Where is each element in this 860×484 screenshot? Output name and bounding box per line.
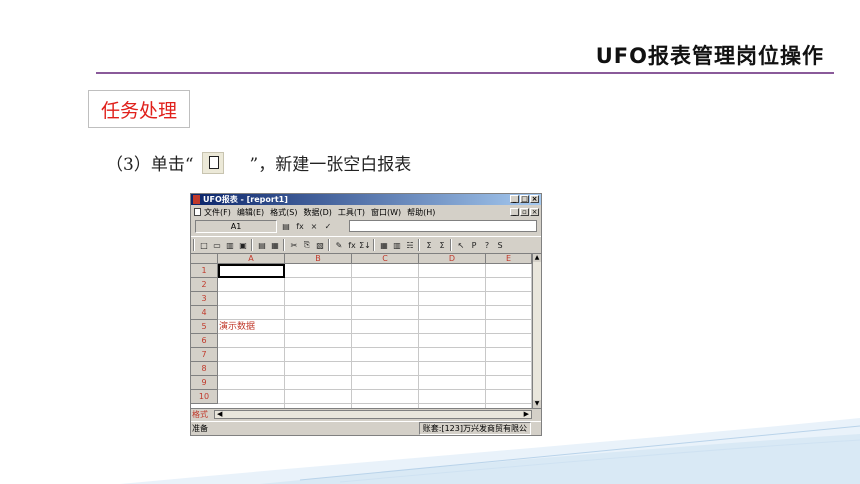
open-folder-icon[interactable]: ▭ — [211, 239, 223, 251]
grid-row-line — [218, 347, 532, 348]
scroll-left-icon[interactable]: ◀ — [217, 411, 222, 418]
row-header-6[interactable]: 6 — [191, 334, 218, 348]
chart-icon[interactable]: ▥ — [391, 239, 403, 251]
window-title: UFO报表 - [report1] — [203, 195, 288, 204]
grid-row-line — [218, 375, 532, 376]
slide-title: UFO报表管理岗位操作 — [595, 44, 824, 68]
print-preview-icon[interactable]: ▤ — [256, 239, 268, 251]
window-titlebar: UFO报表 - [report1] _ □ × — [191, 194, 541, 205]
instruction-text: （3）单击“ ”，新建一张空白报表 — [106, 150, 411, 175]
row-header-4[interactable]: 4 — [191, 306, 218, 320]
grid-column-line — [485, 264, 486, 408]
function-wizard-icon[interactable]: fx — [346, 239, 358, 251]
sum-icon[interactable]: Σ — [423, 239, 435, 251]
section-label-box: 任务处理 — [88, 90, 190, 128]
close-button[interactable]: × — [530, 195, 539, 203]
grid-icon[interactable]: ▦ — [378, 239, 390, 251]
section-label: 任务处理 — [100, 99, 177, 122]
menu-format[interactable]: 格式(S) — [270, 207, 297, 218]
cancel-icon[interactable]: × — [309, 222, 319, 232]
print-icon[interactable]: ▦ — [269, 239, 281, 251]
menu-help[interactable]: 帮助(H) — [407, 207, 435, 218]
row-header-7[interactable]: 7 — [191, 348, 218, 362]
list-icon[interactable]: ▤ — [281, 222, 291, 232]
doc-minimize-button[interactable]: _ — [510, 208, 519, 216]
column-header-e[interactable]: E — [486, 254, 532, 264]
table-icon[interactable]: ▥ — [224, 239, 236, 251]
edit-icon[interactable]: ✎ — [333, 239, 345, 251]
menu-data[interactable]: 数据(D) — [303, 207, 331, 218]
scroll-down-icon[interactable]: ▼ — [533, 400, 541, 408]
grid-row-line — [218, 361, 532, 362]
menu-tools[interactable]: 工具(T) — [338, 207, 365, 218]
doc-restore-button[interactable]: ▫ — [520, 208, 529, 216]
cut-icon[interactable]: ✂ — [288, 239, 300, 251]
find-icon[interactable]: ☵ — [404, 239, 416, 251]
ufo-app-window: UFO报表 - [report1] _ □ × 文件(F) 编辑(E) 格式(S… — [190, 193, 542, 436]
grid-column-line — [351, 264, 352, 408]
column-header-b[interactable]: B — [285, 254, 352, 264]
grid-row-line — [218, 291, 532, 292]
row-header-2[interactable]: 2 — [191, 278, 218, 292]
selected-cell-a1[interactable] — [218, 264, 285, 278]
scroll-up-icon[interactable]: ▲ — [533, 254, 541, 262]
grid-row-line — [218, 403, 532, 404]
title-divider — [96, 72, 834, 74]
column-header-a[interactable]: A — [218, 254, 285, 264]
row-header-9[interactable]: 9 — [191, 376, 218, 390]
demo-data-cell[interactable]: 演示数据 — [219, 320, 255, 334]
menubar: 文件(F) 编辑(E) 格式(S) 数据(D) 工具(T) 窗口(W) 帮助(H… — [191, 206, 541, 218]
function-icon[interactable]: fx — [295, 222, 305, 232]
row-header-1[interactable]: 1 — [191, 264, 218, 278]
formula-bar: A1 ▤ fx × ✓ — [191, 219, 541, 234]
instruction-prefix: （3）单击“ — [106, 155, 194, 175]
horizontal-scrollbar[interactable]: ◀ ▶ — [214, 410, 532, 419]
paste-icon[interactable]: ▧ — [314, 239, 326, 251]
minimize-button[interactable]: _ — [510, 195, 519, 203]
grid-row-line — [218, 305, 532, 306]
properties-icon[interactable]: P — [468, 239, 480, 251]
grid-row-line — [218, 319, 532, 320]
status-ready: 准备 — [192, 424, 208, 433]
doc-close-button[interactable]: × — [530, 208, 539, 216]
new-file-icon[interactable]: □ — [198, 239, 210, 251]
extra-icon[interactable]: S — [494, 239, 506, 251]
grid-row-line — [218, 333, 532, 334]
sheet-bottom-bar: 格式 ◀ ▶ — [191, 408, 541, 420]
row-header-8[interactable]: 8 — [191, 362, 218, 376]
help-icon[interactable]: ? — [481, 239, 493, 251]
copy-icon[interactable]: ⎘ — [301, 239, 313, 251]
new-file-icon — [201, 151, 224, 174]
menu-edit[interactable]: 编辑(E) — [237, 207, 264, 218]
spreadsheet-grid[interactable]: A B C D E 1 2 3 4 5 6 7 8 9 10 演示数据 — [191, 254, 532, 408]
status-account: 账套:[123]万兴发商贸有限公 — [418, 422, 531, 435]
save-icon[interactable]: ▣ — [237, 239, 249, 251]
toolbar: □ ▭ ▥ ▣ ▤ ▦ ✂ ⎘ ▧ ✎ fx Σ↓ ▦ ▥ ☵ Σ Σ ↖ P … — [191, 236, 541, 254]
formula-input[interactable] — [349, 220, 537, 232]
sort-icon[interactable]: Σ↓ — [359, 239, 371, 251]
grid-column-line — [284, 264, 285, 408]
grid-column-line — [418, 264, 419, 408]
menu-file[interactable]: 文件(F) — [204, 207, 231, 218]
status-bar: 准备 账套:[123]万兴发商贸有限公 — [191, 421, 541, 435]
grid-row-line — [218, 389, 532, 390]
pointer-icon[interactable]: ↖ — [455, 239, 467, 251]
menu-window[interactable]: 窗口(W) — [371, 207, 401, 218]
scroll-right-icon[interactable]: ▶ — [524, 411, 529, 418]
document-icon — [194, 208, 201, 216]
maximize-button[interactable]: □ — [520, 195, 529, 203]
column-header-d[interactable]: D — [419, 254, 486, 264]
row-header-5[interactable]: 5 — [191, 320, 218, 334]
column-header-c[interactable]: C — [352, 254, 419, 264]
grid-corner — [191, 254, 218, 264]
confirm-icon[interactable]: ✓ — [323, 222, 333, 232]
vertical-scrollbar[interactable]: ▲ ▼ — [532, 254, 541, 408]
mode-indicator[interactable]: 格式 — [192, 409, 214, 420]
cell-reference-field[interactable]: A1 — [195, 220, 277, 233]
instruction-suffix: ”，新建一张空白报表 — [249, 155, 412, 175]
app-logo-icon — [193, 195, 200, 204]
row-header-3[interactable]: 3 — [191, 292, 218, 306]
row-header-10[interactable]: 10 — [191, 390, 218, 404]
sum-all-icon[interactable]: Σ — [436, 239, 448, 251]
